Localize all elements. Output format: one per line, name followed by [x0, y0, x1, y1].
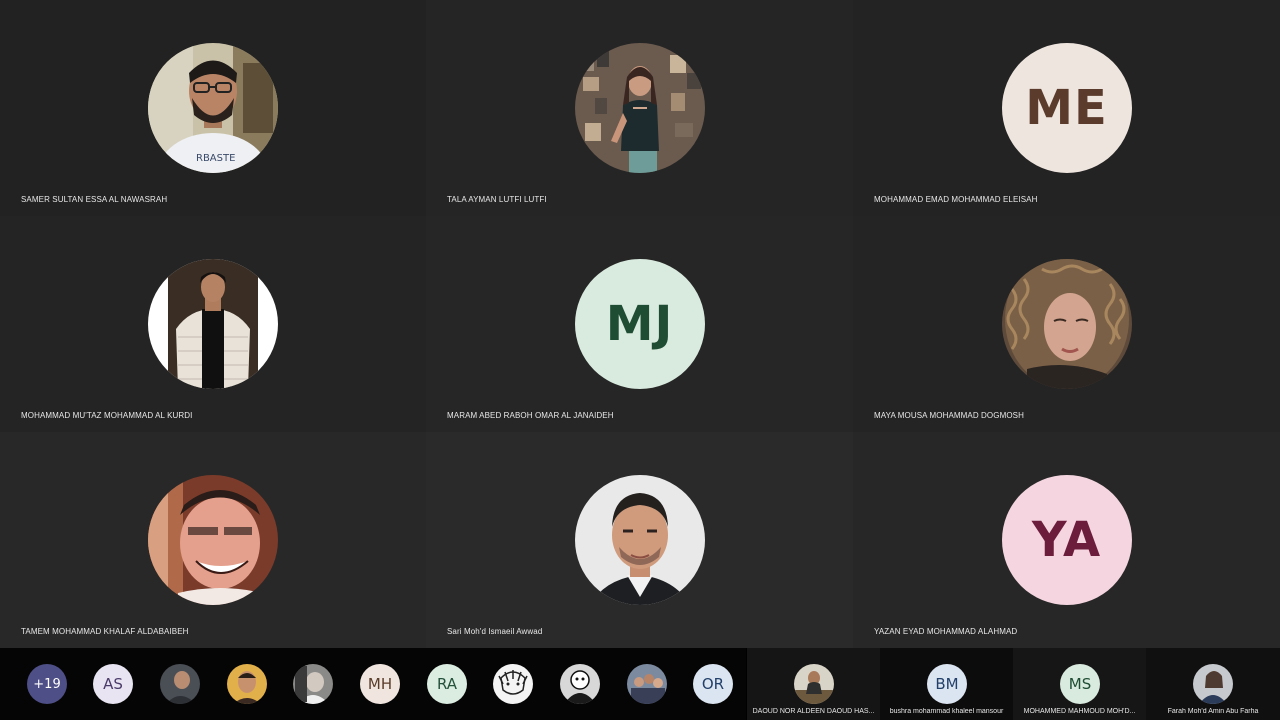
participant-grid: RBASTE SAMER SULTAN ESSA AL NAWASRAH TAL…: [0, 0, 1280, 648]
participant-tile[interactable]: TAMEM MOHAMMAD KHALAF ALDABAIBEH: [0, 432, 426, 648]
meeting-stage: RBASTE SAMER SULTAN ESSA AL NAWASRAH TAL…: [0, 0, 1280, 720]
avatar-initials: OR: [701, 675, 725, 693]
featured-participant-name: bushra mohammad khaleel mansour: [889, 708, 1004, 715]
participant-photo: [148, 475, 278, 605]
featured-avatar-photo: [794, 664, 834, 704]
avatar-initials: MS: [1068, 675, 1092, 693]
strip-avatar-photo[interactable]: [560, 664, 600, 704]
participant-name: MARAM ABED RABOH OMAR AL JANAIDEH: [447, 411, 614, 420]
featured-participant-tile[interactable]: DAOUD NOR ALDEEN DAOUD HAS...: [747, 648, 880, 720]
participant-tile[interactable]: Sari Moh'd Ismaeil Awwad: [426, 432, 853, 648]
participant-tile[interactable]: RBASTE SAMER SULTAN ESSA AL NAWASRAH: [0, 0, 426, 216]
avatar-initials: MH: [367, 675, 393, 693]
participant-tile[interactable]: MOHAMMAD MU'TAZ MOHAMMAD AL KURDI: [0, 216, 426, 432]
overflow-count: +19: [33, 676, 61, 692]
participant-photo: [574, 475, 705, 605]
strip-avatar-photo[interactable]: [227, 664, 267, 704]
featured-participant-tile[interactable]: MS MOHAMMED MAHMOUD MOH'D...: [1013, 648, 1146, 720]
participant-name: YAZAN EYAD MOHAMMAD ALAHMAD: [874, 627, 1018, 636]
svg-text:RBASTE: RBASTE: [196, 153, 235, 164]
initials-avatar: ME: [1001, 43, 1132, 173]
initials-avatar: MJ: [574, 259, 705, 389]
avatar-initials: RA: [436, 675, 458, 693]
participant-strip: +19 AS MH RA OR: [0, 648, 746, 720]
avatar-initials: BM: [935, 675, 959, 693]
participant-bar: +19 AS MH RA OR DAOUD NOR ALDEEN DAOUD H…: [0, 648, 1280, 720]
featured-participant-name: MOHAMMED MAHMOUD MOH'D...: [1023, 708, 1136, 715]
strip-avatar[interactable]: OR: [693, 664, 733, 704]
participant-name: Sari Moh'd Ismaeil Awwad: [447, 627, 543, 636]
participant-name: TALA AYMAN LUTFI LUTFI: [447, 195, 547, 204]
featured-participant-name: DAOUD NOR ALDEEN DAOUD HAS...: [752, 708, 875, 715]
participant-name: MOHAMMAD MU'TAZ MOHAMMAD AL KURDI: [21, 411, 193, 420]
strip-avatar[interactable]: MH: [360, 664, 400, 704]
participant-tile[interactable]: YA YAZAN EYAD MOHAMMAD ALAHMAD: [853, 432, 1280, 648]
featured-avatar-photo: [1193, 664, 1233, 704]
participant-tile[interactable]: TALA AYMAN LUTFI LUTFI: [426, 0, 853, 216]
strip-avatar-photo[interactable]: [160, 664, 200, 704]
participant-name: SAMER SULTAN ESSA AL NAWASRAH: [21, 195, 168, 204]
featured-participant-tile[interactable]: Farah Moh'd Amin Abu Farha: [1146, 648, 1280, 720]
participant-tile[interactable]: ME MOHAMMAD EMAD MOHAMMAD ELEISAH: [853, 0, 1280, 216]
participant-photo: [1001, 259, 1132, 389]
strip-avatar-photo[interactable]: [627, 664, 667, 704]
avatar-initials: AS: [103, 675, 123, 693]
featured-participant-tile[interactable]: BM bushra mohammad khaleel mansour: [880, 648, 1013, 720]
participant-name: MOHAMMAD EMAD MOHAMMAD ELEISAH: [874, 195, 1038, 204]
featured-initials-avatar: BM: [927, 664, 967, 704]
strip-avatar[interactable]: RA: [427, 664, 467, 704]
strip-avatar-photo[interactable]: [293, 664, 333, 704]
avatar-initials: ME: [1025, 80, 1108, 136]
avatar-initials: MJ: [605, 296, 674, 352]
avatar-initials: YA: [1031, 512, 1102, 568]
participant-tile[interactable]: MJ MARAM ABED RABOH OMAR AL JANAIDEH: [426, 216, 853, 432]
participant-tile[interactable]: MAYA MOUSA MOHAMMAD DOGMOSH: [853, 216, 1280, 432]
strip-avatar[interactable]: AS: [93, 664, 133, 704]
participant-photo: [574, 43, 705, 173]
initials-avatar: YA: [1001, 475, 1132, 605]
featured-initials-avatar: MS: [1060, 664, 1100, 704]
participant-photo: [148, 259, 278, 389]
participant-name: TAMEM MOHAMMAD KHALAF ALDABAIBEH: [21, 627, 189, 636]
more-participants-button[interactable]: +19: [27, 664, 67, 704]
strip-avatar-photo[interactable]: [493, 664, 533, 704]
participant-name: MAYA MOUSA MOHAMMAD DOGMOSH: [874, 411, 1024, 420]
featured-participant-name: Farah Moh'd Amin Abu Farha: [1167, 708, 1259, 715]
participant-photo: RBASTE: [148, 43, 278, 173]
